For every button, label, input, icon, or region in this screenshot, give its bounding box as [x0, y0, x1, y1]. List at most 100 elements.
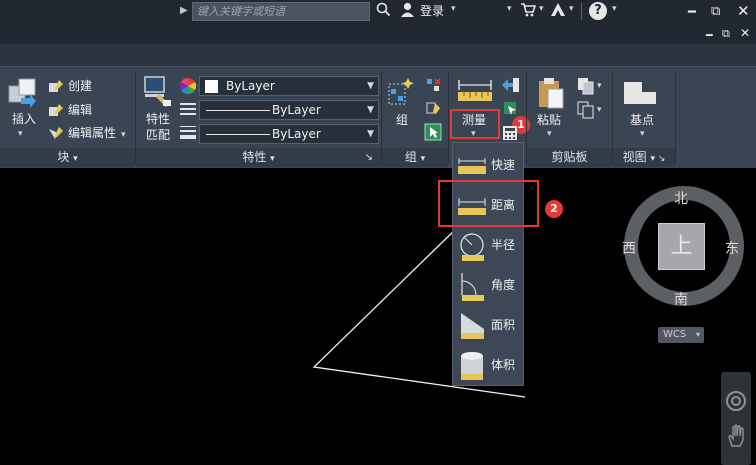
properties-dialog-launcher-icon[interactable]: ↘: [365, 148, 373, 167]
properties-panel-expand-icon[interactable]: ▾: [270, 154, 275, 164]
search-icon[interactable]: [376, 2, 391, 22]
group-panel-expand-icon[interactable]: ▾: [421, 154, 426, 164]
linetype-icon: [180, 101, 196, 116]
compass-west[interactable]: 西: [622, 238, 636, 258]
lineweight-select-arrow-icon[interactable]: ▼: [367, 125, 374, 143]
help-dropdown-icon[interactable]: ▾: [612, 4, 617, 14]
insert-dropdown-icon[interactable]: ▾: [18, 129, 23, 139]
insert-label[interactable]: 插入: [12, 112, 36, 127]
menu-item-label: 角度: [491, 278, 516, 292]
view-panel-footer[interactable]: 视图 ▾ ↘: [613, 148, 675, 167]
menu-item-radius[interactable]: 半径: [453, 227, 525, 265]
linetype-select-arrow-icon[interactable]: ▼: [367, 101, 374, 119]
lineweight-preview: [206, 134, 270, 135]
help-icon[interactable]: ?: [589, 2, 607, 20]
group-panel-title: 组: [404, 150, 417, 164]
compass-south[interactable]: 南: [674, 289, 688, 309]
highlight-box-distance: [438, 180, 539, 227]
doc-minimize-icon[interactable]: ━: [706, 29, 713, 43]
lineweight-select-value: ByLayer: [272, 127, 321, 141]
properties-panel-title: 特性: [242, 150, 267, 164]
copy-clip-dropdown-icon[interactable]: ▾: [597, 81, 602, 91]
doc-close-icon[interactable]: ✕: [740, 26, 750, 40]
paste-label[interactable]: 粘贴: [537, 113, 561, 128]
base-point-label[interactable]: 基点: [630, 113, 654, 128]
menu-item-area[interactable]: 面积: [453, 307, 525, 345]
steering-wheel-icon[interactable]: [725, 390, 747, 412]
clipboard-panel-footer[interactable]: 剪贴板: [527, 148, 612, 167]
login-link[interactable]: 登录: [420, 3, 444, 19]
menu-item-label: 半径: [491, 238, 516, 252]
color-select-arrow-icon[interactable]: ▼: [367, 77, 374, 95]
group-icon[interactable]: [386, 76, 416, 108]
group-label[interactable]: 组: [396, 113, 408, 128]
block-panel-footer[interactable]: 块 ▾: [0, 148, 135, 167]
angle-icon: [458, 271, 486, 301]
wcs-dropdown-icon[interactable]: ▾: [696, 327, 700, 343]
minimize-window-icon[interactable]: ━: [688, 6, 696, 20]
linetype-select[interactable]: ByLayer ▼: [199, 100, 379, 120]
viewcube[interactable]: 上 北 南 西 东: [620, 178, 748, 318]
base-point-dropdown-icon[interactable]: ▾: [640, 129, 645, 139]
compass-north[interactable]: 北: [674, 188, 688, 208]
login-dropdown-icon[interactable]: ▾: [451, 4, 456, 14]
search-input[interactable]: 键入关键字或短语: [192, 2, 370, 21]
create-block-button[interactable]: 创建: [68, 79, 92, 94]
group-select-icon[interactable]: [424, 123, 442, 141]
match-properties-label-1[interactable]: 特性: [146, 112, 170, 127]
wcs-menu[interactable]: WCS ▾: [658, 327, 704, 343]
titlebar-divider: [581, 3, 582, 20]
calculator-icon[interactable]: [502, 125, 518, 141]
ungroup-icon[interactable]: [425, 77, 441, 93]
edit-block-icon: [48, 103, 64, 118]
insert-block-icon[interactable]: [6, 76, 40, 110]
cart-dropdown-icon[interactable]: ▾: [539, 4, 544, 14]
menu-item-volume[interactable]: 体积: [453, 347, 525, 385]
measure-dropdown-menu: 快速 距离 半径 角度 面积 体积: [452, 142, 524, 386]
match-properties-label-2[interactable]: 匹配: [146, 128, 170, 143]
edit-attribute-dropdown-icon[interactable]: ▾: [121, 130, 126, 140]
copy-icon[interactable]: [577, 101, 595, 119]
highlight-box-measure: [450, 109, 500, 139]
step-badge-2: 2: [545, 200, 563, 218]
color-wheel-icon: [179, 77, 197, 95]
group-panel-footer[interactable]: 组 ▾: [382, 148, 448, 167]
match-properties-icon[interactable]: [143, 74, 173, 108]
navigation-bar: [721, 372, 751, 465]
view-panel-expand-icon[interactable]: ▾ ↘: [650, 154, 665, 164]
copy-clip-icon[interactable]: [577, 77, 595, 95]
base-point-icon[interactable]: [622, 78, 658, 108]
paste-icon[interactable]: [536, 76, 566, 110]
menu-item-angle[interactable]: 角度: [453, 267, 525, 305]
linetype-preview: [206, 110, 270, 111]
user-icon[interactable]: [400, 2, 415, 23]
restore-window-icon[interactable]: ⧉: [711, 5, 720, 19]
properties-panel-footer[interactable]: 特性 ▾ ↘: [136, 148, 381, 167]
lineweight-select[interactable]: ByLayer ▼: [199, 124, 379, 144]
clipboard-panel-title: 剪贴板: [551, 150, 588, 164]
edit-attribute-button[interactable]: 编辑属性: [68, 126, 116, 141]
create-block-icon: [48, 79, 64, 94]
quick-calc-icon[interactable]: [500, 76, 520, 94]
linetype-select-value: ByLayer: [272, 103, 321, 117]
copy-dropdown-icon[interactable]: ▾: [597, 105, 602, 115]
block-panel-expand-icon[interactable]: ▾: [73, 154, 78, 164]
viewcube-top-face[interactable]: 上: [658, 223, 705, 270]
edit-block-button[interactable]: 编辑: [68, 103, 92, 118]
doc-restore-icon[interactable]: ⧉: [722, 27, 730, 41]
color-select[interactable]: ByLayer ▼: [199, 76, 379, 96]
id-point-icon[interactable]: [502, 100, 520, 118]
close-window-icon[interactable]: ✕: [737, 4, 750, 19]
store-dropdown-icon[interactable]: ▾: [507, 4, 512, 14]
measure-icon[interactable]: [456, 76, 494, 104]
radius-icon: [458, 231, 486, 261]
group-edit-icon[interactable]: [425, 100, 441, 116]
cart-icon[interactable]: [520, 2, 537, 22]
paste-dropdown-icon[interactable]: ▾: [547, 129, 552, 139]
autodesk-a-icon[interactable]: [550, 2, 566, 22]
search-expand-icon[interactable]: ▶: [180, 5, 188, 16]
menu-item-label: 快速: [491, 158, 516, 172]
a360-dropdown-icon[interactable]: ▾: [569, 4, 574, 14]
pan-hand-icon[interactable]: [726, 424, 746, 448]
compass-east[interactable]: 东: [725, 238, 739, 258]
